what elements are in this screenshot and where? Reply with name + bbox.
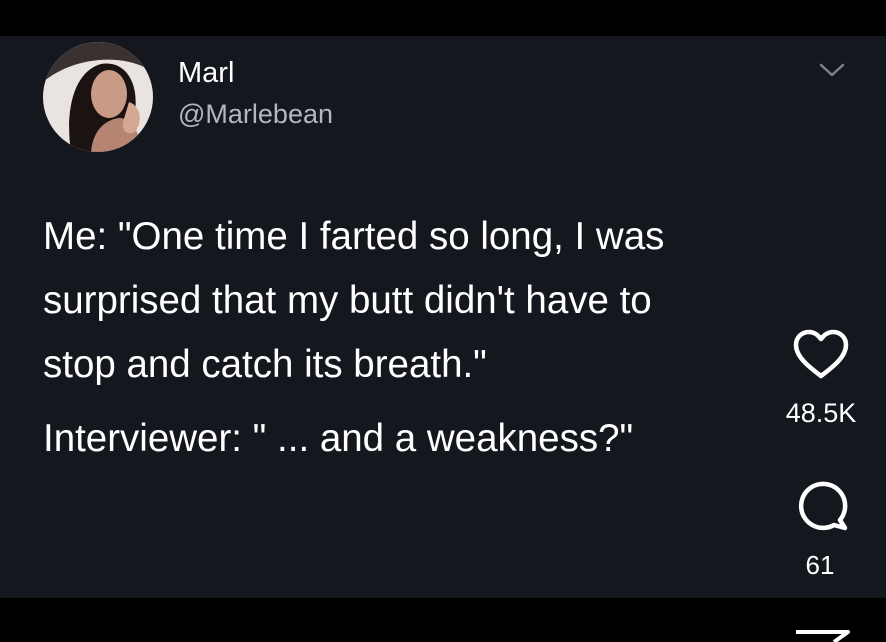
send-icon[interactable] [794, 628, 850, 642]
tweet-line: Interviewer: " ... and a weakness?" [43, 417, 634, 460]
tweet-line: Me: "One time I farted so long, I was [43, 215, 665, 258]
like-count: 48.5K [785, 398, 857, 428]
user-handle[interactable]: @Marlebean [178, 99, 333, 130]
tweet-line: surprised that my butt didn't have to [43, 279, 652, 322]
tweet-text: Me: "One time I farted so long, I was su… [43, 205, 793, 471]
display-name[interactable]: Marl [178, 57, 234, 90]
top-bar [0, 0, 886, 36]
heart-icon[interactable] [792, 328, 850, 380]
tweet-line: stop and catch its breath." [43, 343, 487, 386]
comment-icon[interactable] [792, 474, 850, 532]
reply-count: 61 [805, 550, 835, 580]
avatar[interactable] [43, 42, 153, 152]
bottom-bar [0, 598, 886, 642]
avatar-image [43, 42, 153, 152]
chevron-down-icon[interactable] [818, 60, 846, 80]
